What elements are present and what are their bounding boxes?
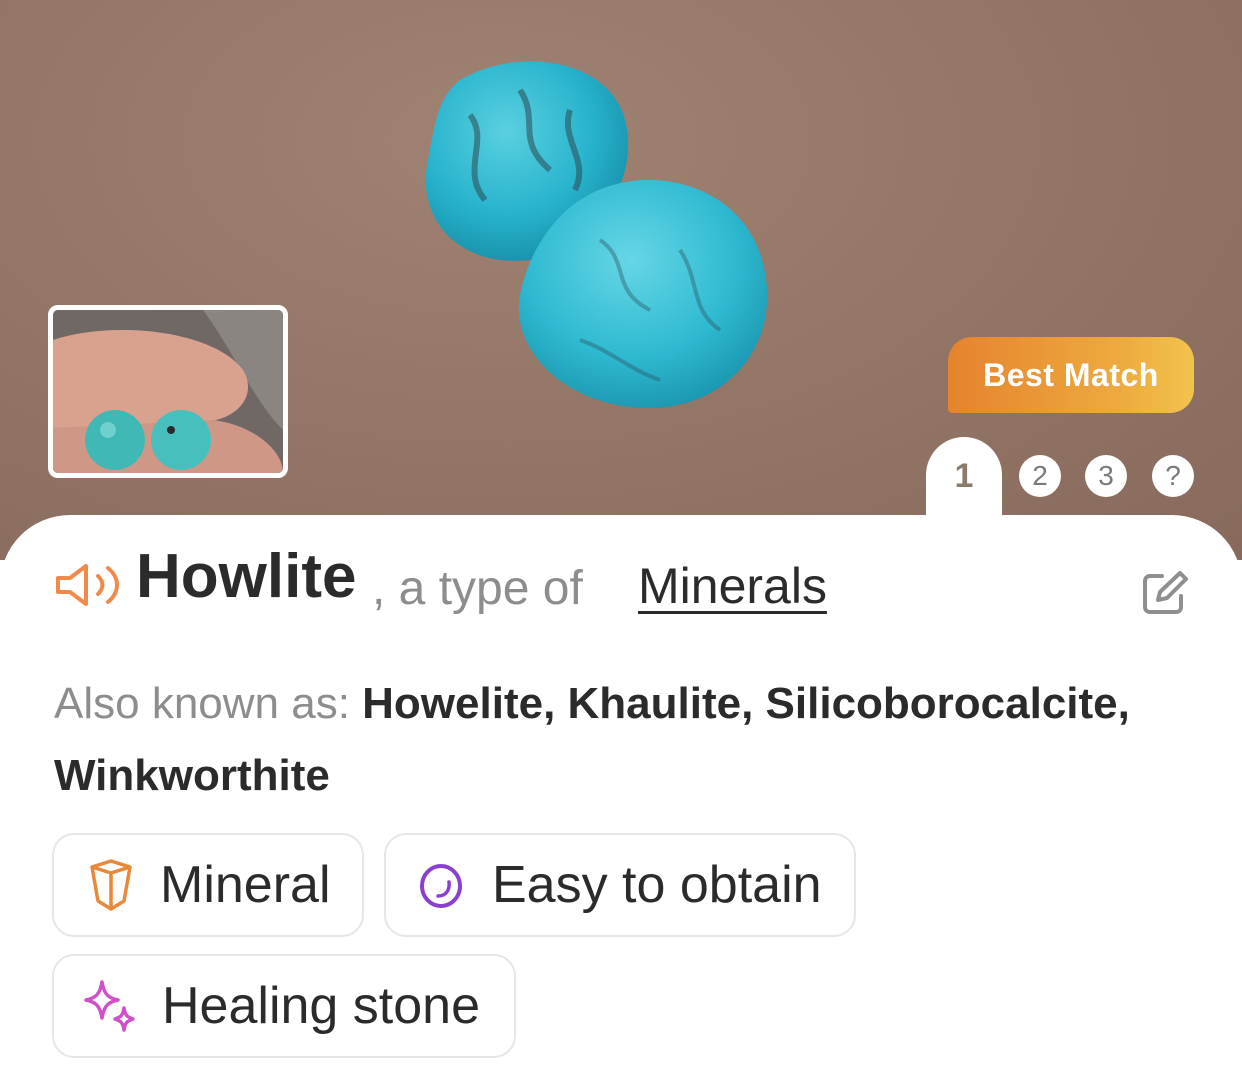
speaker-icon[interactable] xyxy=(54,560,124,610)
page-tab-2[interactable]: 2 xyxy=(1019,455,1061,497)
tag-easy-to-obtain[interactable]: Easy to obtain xyxy=(384,833,856,937)
crystal-icon xyxy=(90,859,132,911)
tag-label: Mineral xyxy=(160,856,331,914)
howlite-stones-image xyxy=(425,61,768,409)
sparkle-icon xyxy=(84,980,135,1032)
also-known-as: Also known as: Howelite, Khaulite, Silic… xyxy=(54,668,1154,812)
edit-icon[interactable] xyxy=(1140,570,1190,616)
category-link[interactable]: Minerals xyxy=(638,557,827,615)
user-photo-image xyxy=(53,310,283,473)
best-match-badge: Best Match xyxy=(948,337,1194,413)
tag-healing-stone[interactable]: Healing stone xyxy=(52,954,516,1058)
tag-label: Healing stone xyxy=(162,977,480,1035)
page-tab-unknown[interactable]: ? xyxy=(1152,455,1194,497)
tag-mineral[interactable]: Mineral xyxy=(52,833,364,937)
user-photo-thumbnail[interactable] xyxy=(48,305,288,478)
page-tab-3[interactable]: 3 xyxy=(1085,455,1127,497)
species-name: Howlite xyxy=(136,542,357,611)
ring-icon xyxy=(420,864,462,908)
tag-label: Easy to obtain xyxy=(492,856,822,914)
type-prefix: , a type of xyxy=(372,562,583,615)
aka-label: Also known as: xyxy=(54,679,363,728)
